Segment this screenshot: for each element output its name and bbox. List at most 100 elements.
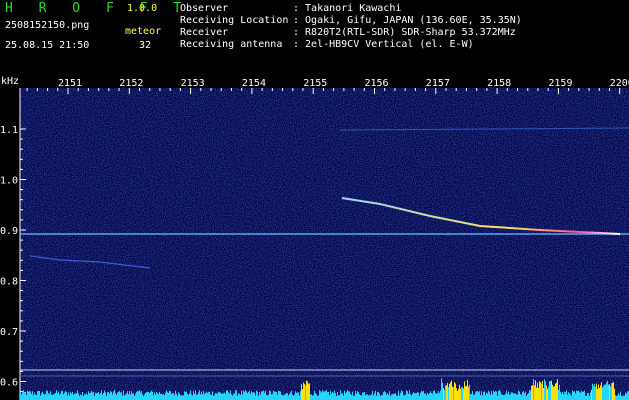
strength-bar bbox=[118, 391, 119, 400]
strength-bar bbox=[336, 395, 337, 400]
strength-bar bbox=[135, 394, 136, 400]
strength-bar bbox=[431, 393, 432, 400]
strength-bar bbox=[423, 390, 424, 400]
strength-bar bbox=[155, 394, 156, 400]
strength-bar bbox=[101, 390, 102, 400]
strength-bar bbox=[321, 392, 322, 400]
strength-bar bbox=[141, 390, 142, 400]
strength-bar bbox=[306, 380, 307, 400]
strength-bar bbox=[237, 395, 238, 400]
strength-bar bbox=[622, 395, 623, 400]
time-tick-label: 2156 bbox=[365, 78, 389, 89]
strength-bar bbox=[263, 390, 264, 400]
strength-bar bbox=[45, 393, 46, 400]
strength-bar bbox=[264, 392, 265, 400]
strength-bar bbox=[353, 395, 354, 400]
strength-bar bbox=[556, 382, 557, 400]
strength-bar bbox=[132, 393, 133, 400]
station-info: Observer: Takanori Kawachi Receiving Loc… bbox=[180, 3, 522, 51]
header-panel: H R O F F T 1.0.0 2508152150.png 25.08.1… bbox=[0, 0, 629, 72]
spectrogram: 2151 2152 2153 2154 2155 2156 2157 2158 2159 2200… bbox=[0, 76, 629, 400]
strength-bar bbox=[505, 393, 506, 400]
strength-bar bbox=[439, 392, 440, 400]
strength-bar bbox=[327, 392, 328, 400]
strength-bar bbox=[378, 391, 379, 400]
strength-bar bbox=[346, 392, 347, 400]
strength-bar bbox=[567, 394, 568, 400]
strength-bar bbox=[341, 393, 342, 400]
strength-bar bbox=[509, 394, 510, 400]
strength-bar bbox=[26, 394, 27, 400]
strength-bar bbox=[393, 393, 394, 400]
time-tick-label: 2200 bbox=[610, 78, 629, 89]
strength-bar bbox=[599, 388, 600, 400]
strength-bar bbox=[52, 395, 53, 400]
strength-bar bbox=[593, 385, 594, 400]
strength-bar bbox=[42, 391, 43, 400]
strength-bar bbox=[236, 390, 237, 400]
time-tick-label: 2151 bbox=[58, 78, 82, 89]
strength-bar bbox=[500, 391, 501, 400]
strength-bar bbox=[552, 384, 553, 400]
strength-bar bbox=[418, 392, 419, 400]
strength-bar bbox=[328, 391, 329, 400]
strength-bar bbox=[185, 391, 186, 400]
strength-bar bbox=[453, 386, 454, 400]
strength-bar bbox=[242, 394, 243, 400]
strength-bar bbox=[371, 394, 372, 400]
strength-bar bbox=[534, 385, 535, 400]
strength-bar bbox=[229, 393, 230, 400]
strength-bar bbox=[54, 393, 55, 400]
strength-bar bbox=[595, 386, 596, 400]
strength-bar bbox=[232, 395, 233, 400]
strength-bar bbox=[109, 393, 110, 400]
strength-bar bbox=[363, 392, 364, 400]
strength-bar bbox=[626, 393, 627, 400]
strength-bar bbox=[91, 390, 92, 400]
strength-bar bbox=[334, 390, 335, 400]
strength-bar bbox=[467, 379, 468, 400]
strength-bar bbox=[591, 389, 592, 400]
strength-bar bbox=[317, 395, 318, 400]
strength-bar bbox=[271, 394, 272, 400]
time-tick-label: 2152 bbox=[119, 78, 143, 89]
strength-bar bbox=[326, 390, 327, 400]
strength-bar bbox=[366, 394, 367, 400]
strength-bar bbox=[240, 394, 241, 400]
strength-bar bbox=[234, 393, 235, 400]
strength-bar bbox=[381, 395, 382, 400]
freq-tick-label: 0.8 bbox=[0, 277, 18, 288]
strength-bar bbox=[183, 395, 184, 400]
strength-bar bbox=[94, 395, 95, 400]
strength-bar bbox=[57, 393, 58, 400]
strength-bar bbox=[570, 394, 571, 400]
strength-bar bbox=[414, 393, 415, 400]
strength-bar bbox=[507, 393, 508, 400]
strength-bar bbox=[102, 394, 103, 400]
strength-bar bbox=[108, 392, 109, 400]
strength-bar bbox=[247, 393, 248, 400]
strength-bar bbox=[164, 395, 165, 400]
strength-bar bbox=[495, 390, 496, 400]
strength-bar bbox=[106, 395, 107, 400]
strength-bar bbox=[620, 391, 621, 400]
strength-bar bbox=[518, 390, 519, 400]
strength-bar bbox=[347, 390, 348, 400]
strength-bar bbox=[392, 394, 393, 400]
strength-bar bbox=[231, 394, 232, 400]
strength-bar bbox=[409, 390, 410, 400]
strength-bar bbox=[338, 395, 339, 400]
strength-bar bbox=[175, 390, 176, 400]
strength-bar bbox=[618, 393, 619, 400]
strength-bar bbox=[296, 393, 297, 400]
strength-bar bbox=[276, 391, 277, 400]
strength-bar bbox=[610, 386, 611, 400]
strength-bar bbox=[209, 391, 210, 400]
strength-bar bbox=[435, 393, 436, 400]
strength-bar bbox=[67, 395, 68, 400]
strength-bar bbox=[333, 393, 334, 400]
strength-bar bbox=[31, 393, 32, 400]
strength-bar bbox=[605, 384, 606, 400]
strength-bar bbox=[492, 394, 493, 400]
strength-bar bbox=[123, 390, 124, 400]
